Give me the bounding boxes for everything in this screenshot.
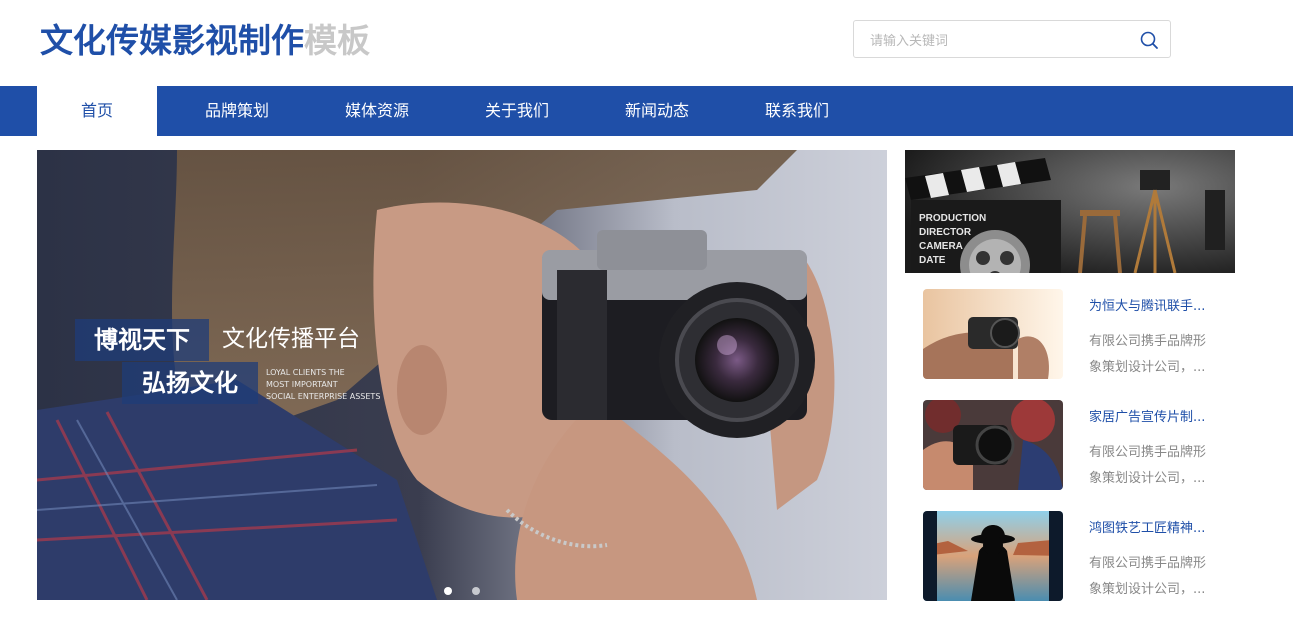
search-icon bbox=[1140, 31, 1158, 49]
tagline-line: SOCIAL ENTERPRISE ASSETS bbox=[266, 392, 381, 401]
tagline-line: LOYAL CLIENTS THE bbox=[266, 368, 345, 377]
news-desc-line: 象策划设计公司，... bbox=[1089, 471, 1206, 486]
side-feature-image[interactable]: PRODUCTION DIRECTOR CAMERA DATE bbox=[905, 150, 1235, 273]
news-desc-line: 有限公司携手品牌形 bbox=[1089, 556, 1207, 571]
banner-slogan-2: 弘扬文化 bbox=[122, 362, 258, 404]
nav-item-news[interactable]: 新闻动态 bbox=[587, 86, 727, 136]
nav-item-about[interactable]: 关于我们 bbox=[447, 86, 587, 136]
news-item-2[interactable]: 家居广告宣传片制... 有限公司携手品牌形 象策划设计公司，... bbox=[923, 400, 1243, 490]
slate-director-text: DIRECTOR bbox=[919, 227, 972, 238]
carousel-dot-2[interactable] bbox=[472, 587, 480, 595]
search-box bbox=[853, 20, 1171, 58]
nav-item-media[interactable]: 媒体资源 bbox=[307, 86, 447, 136]
news-desc-3: 有限公司携手品牌形 象策划设计公司，... bbox=[1089, 551, 1221, 603]
news-desc-2: 有限公司携手品牌形 象策划设计公司，... bbox=[1089, 440, 1221, 492]
nav-item-contact[interactable]: 联系我们 bbox=[727, 86, 867, 136]
tagline-line: MOST IMPORTANT bbox=[266, 380, 338, 389]
news-title-3[interactable]: 鸿图铁艺工匠精神... bbox=[1089, 517, 1229, 536]
carousel-dot-1[interactable] bbox=[444, 587, 452, 595]
news-thumb-2[interactable] bbox=[923, 400, 1063, 490]
news-thumb-1[interactable] bbox=[923, 289, 1063, 379]
banner-slogan-1: 博视天下 bbox=[75, 319, 209, 361]
news-item-1[interactable]: 为恒大与腾讯联手... 有限公司携手品牌形 象策划设计公司，... bbox=[923, 289, 1243, 379]
news-item-3[interactable]: 鸿图铁艺工匠精神... 有限公司携手品牌形 象策划设计公司，... bbox=[923, 511, 1243, 601]
news-desc-line: 有限公司携手品牌形 bbox=[1089, 445, 1207, 460]
logo-suffix-text: 模板 bbox=[304, 21, 370, 60]
slate-date-text: DATE bbox=[919, 255, 946, 266]
camera-photo-thumb bbox=[923, 289, 1063, 379]
photographer-crowd-thumb bbox=[923, 400, 1063, 490]
news-desc-line: 有限公司携手品牌形 bbox=[1089, 334, 1207, 349]
search-input[interactable] bbox=[868, 30, 1122, 52]
news-title-1[interactable]: 为恒大与腾讯联手... bbox=[1089, 295, 1229, 314]
slate-production-text: PRODUCTION bbox=[919, 213, 986, 224]
news-desc-1: 有限公司携手品牌形 象策划设计公司，... bbox=[1089, 329, 1221, 381]
site-logo[interactable]: 文化传媒影视制作模板 bbox=[40, 18, 370, 64]
logo-main-text: 文化传媒影视制作 bbox=[40, 21, 304, 60]
slate-camera-text: CAMERA bbox=[919, 241, 963, 252]
banner-slogan-1-sub: 文化传播平台 bbox=[222, 326, 360, 352]
news-desc-line: 象策划设计公司，... bbox=[1089, 582, 1206, 597]
nav-item-home[interactable]: 首页 bbox=[37, 86, 157, 136]
banner-english-tagline: LOYAL CLIENTS THE MOST IMPORTANT SOCIAL … bbox=[266, 367, 406, 403]
nav-item-brand[interactable]: 品牌策划 bbox=[167, 86, 307, 136]
film-clapperboard-image: PRODUCTION DIRECTOR CAMERA DATE bbox=[905, 150, 1235, 273]
news-thumb-3[interactable] bbox=[923, 511, 1063, 601]
search-button[interactable] bbox=[1138, 29, 1160, 51]
news-desc-line: 象策划设计公司，... bbox=[1089, 360, 1206, 375]
main-nav: 首页 品牌策划 媒体资源 关于我们 新闻动态 联系我们 bbox=[0, 86, 1293, 136]
silhouette-landscape-thumb bbox=[923, 511, 1063, 601]
news-title-2[interactable]: 家居广告宣传片制... bbox=[1089, 406, 1229, 425]
